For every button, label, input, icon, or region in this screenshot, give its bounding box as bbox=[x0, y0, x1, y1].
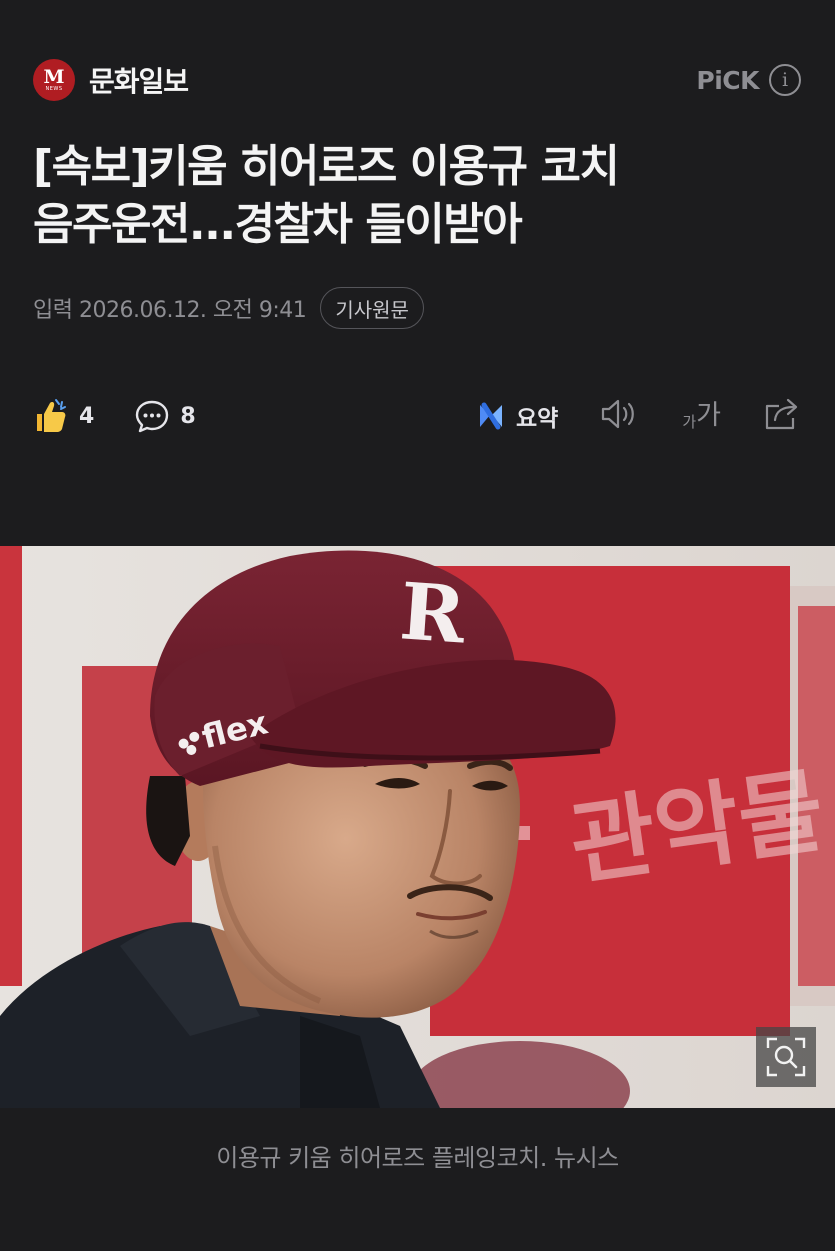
comment-count: 8 bbox=[180, 403, 196, 429]
reaction-button[interactable]: 4 bbox=[33, 398, 94, 434]
article-header: M NEWS 문화일보 PiCK i bbox=[33, 58, 801, 102]
article-meta: 입력 2026.06.12. 오전 9:41 기사원문 bbox=[33, 287, 424, 329]
listen-button[interactable] bbox=[600, 397, 640, 435]
speaker-icon bbox=[602, 399, 635, 429]
action-bar: 4 8 요약 가 가 bbox=[33, 392, 801, 440]
font-size-large-glyph: 가 bbox=[696, 400, 721, 431]
pick-label: PiCK bbox=[696, 65, 759, 95]
info-icon[interactable]: i bbox=[769, 64, 801, 96]
cap-letter: R bbox=[397, 566, 469, 661]
article-title: [속보]키움 히어로즈 이용규 코치 음주운전...경찰차 들이받아 bbox=[33, 138, 803, 254]
article-photo[interactable]: 관악물 R flex bbox=[0, 546, 835, 1108]
summary-icon bbox=[480, 402, 503, 430]
publisher-logo-letter: M bbox=[43, 66, 65, 88]
share-icon bbox=[765, 398, 798, 430]
summary-button[interactable]: 요약 bbox=[476, 399, 558, 433]
photo-zoom-button[interactable] bbox=[756, 1027, 816, 1087]
original-article-button[interactable]: 기사원문 bbox=[320, 287, 424, 329]
publisher-link[interactable]: M NEWS 문화일보 bbox=[33, 59, 189, 101]
publisher-logo-sub: NEWS bbox=[45, 86, 63, 92]
font-size-small-glyph: 가 bbox=[682, 413, 697, 431]
reaction-count: 4 bbox=[79, 403, 95, 429]
article-title-line-2: 음주운전...경찰차 들이받아 bbox=[33, 199, 523, 250]
photo-caption: 이용규 키움 히어로즈 플레잉코치. 뉴시스 bbox=[216, 1144, 619, 1172]
publisher-logo: M NEWS bbox=[33, 59, 75, 101]
article-page: M NEWS 문화일보 PiCK i [속보]키움 히어로즈 이용규 코치 음주… bbox=[0, 0, 835, 1251]
font-size-button[interactable]: 가 가 bbox=[682, 400, 721, 432]
publisher-name: 문화일보 bbox=[89, 65, 189, 98]
comment-button[interactable]: 8 bbox=[134, 398, 196, 434]
thumbs-up-icon bbox=[37, 399, 66, 432]
summary-label: 요약 bbox=[516, 406, 559, 432]
pick-badge: PiCK i bbox=[696, 64, 801, 96]
article-date: 입력 2026.06.12. 오전 9:41 bbox=[33, 298, 307, 323]
zoom-icon bbox=[766, 1037, 806, 1077]
article-title-line-1: [속보]키움 히어로즈 이용규 코치 bbox=[33, 141, 620, 192]
coach-portrait-image: 관악물 R flex bbox=[0, 546, 835, 1108]
comment-icon bbox=[136, 400, 169, 433]
share-button[interactable] bbox=[763, 396, 801, 436]
